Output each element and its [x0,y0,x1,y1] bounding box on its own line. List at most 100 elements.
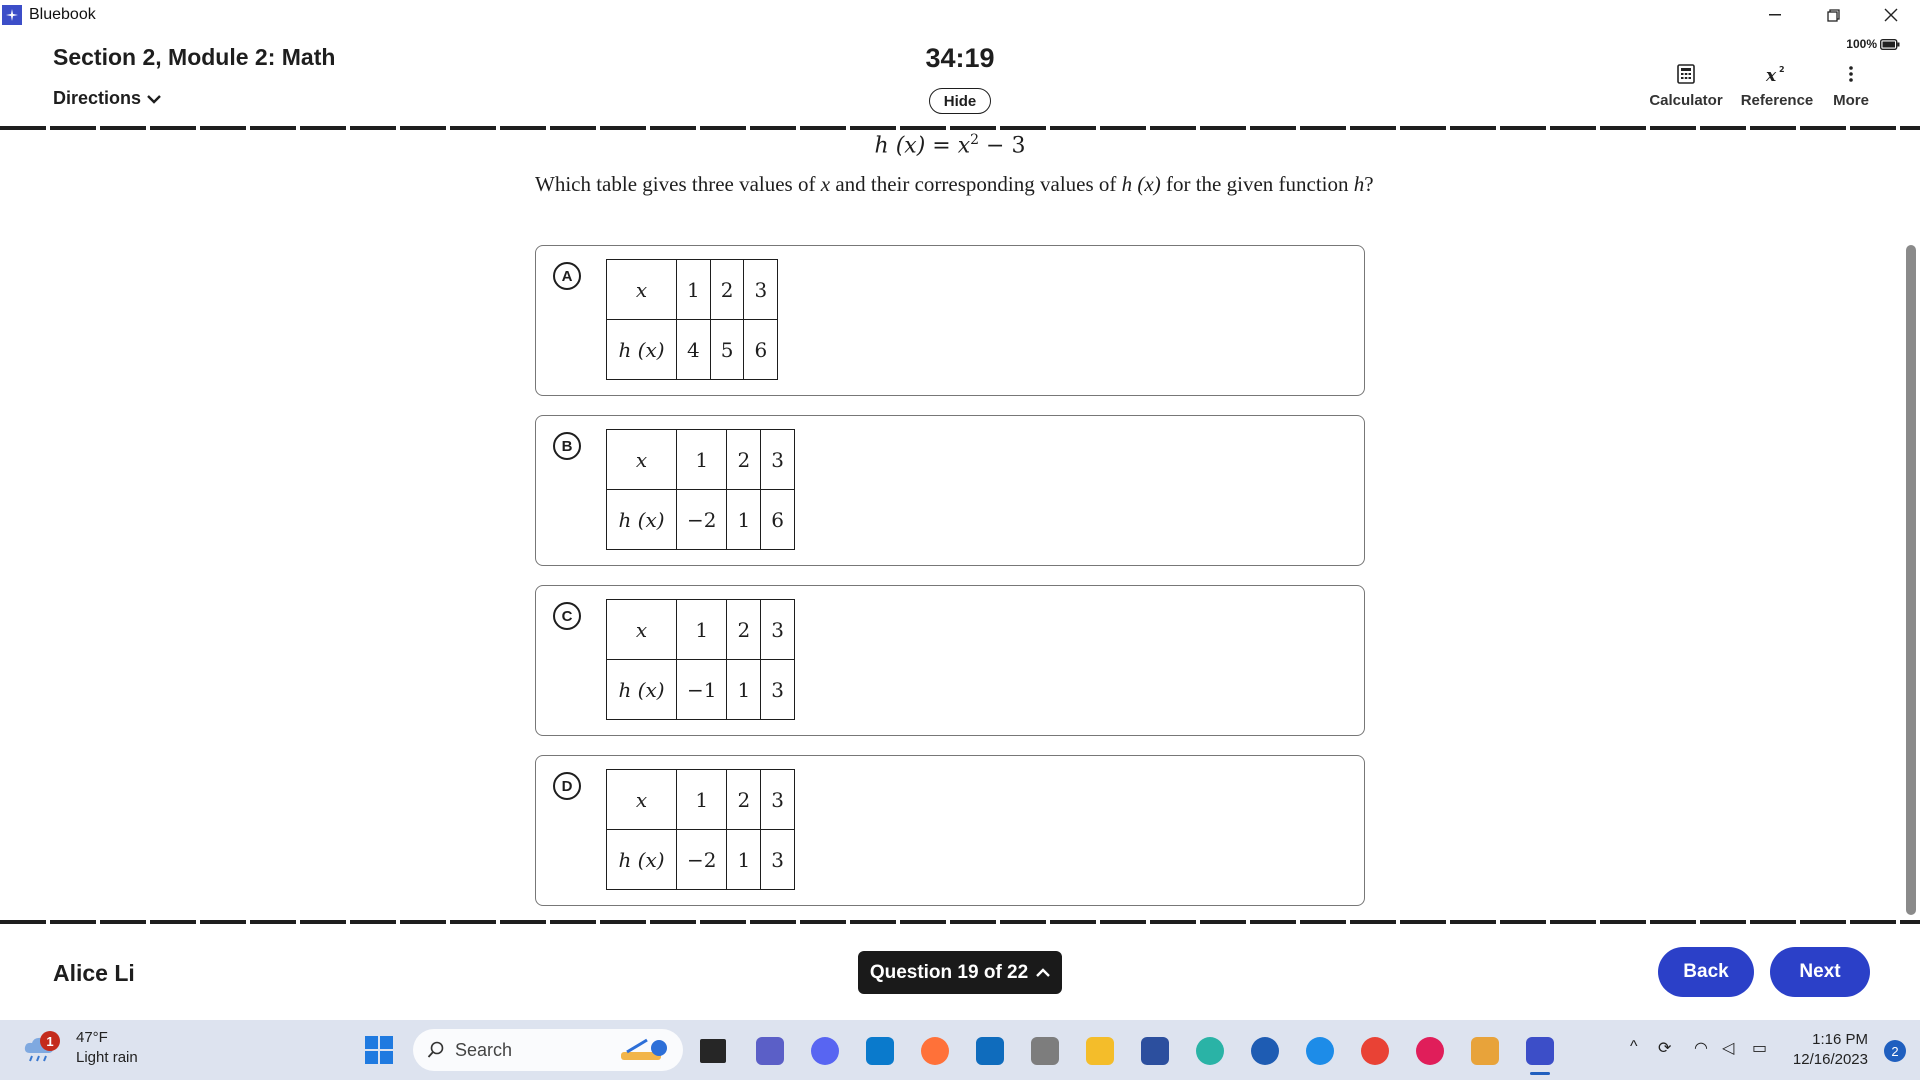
table-row: x 1 2 3 [606,259,779,320]
next-button[interactable]: Next [1770,947,1870,997]
function-equation: h (x) = x2 − 3 [0,132,1900,158]
search-icon [427,1041,444,1058]
table-cell: 6 [743,319,779,380]
table-row: h (x) −2 1 3 [606,829,795,890]
outlook-icon[interactable] [976,1037,1004,1065]
table-cell: 4 [676,319,711,380]
start-button[interactable] [365,1036,393,1064]
answer-choice-b[interactable]: B x 1 2 3 h (x) −2 1 6 [535,415,1365,566]
prompt-text: for the given function [1160,172,1354,196]
word-icon[interactable] [1251,1037,1279,1065]
more-label: More [1833,92,1869,109]
speaker-icon[interactable]: ◁ [1722,1038,1734,1058]
table-cell: 1 [675,599,728,660]
table-cell: 3 [760,659,795,720]
table-cell: 2 [726,429,762,490]
taskbar-clock[interactable]: 1:16 PM 12/16/2023 [1793,1030,1868,1070]
table-cell: 2 [709,259,745,320]
hx-header-cell: h (x) [606,829,677,890]
minimize-button[interactable] [1746,0,1804,30]
more-tool-button[interactable]: More [1823,62,1879,109]
table-row: h (x) 4 5 6 [606,319,779,380]
table-cell: 3 [743,259,779,320]
value-table: x 1 2 3 h (x) −2 1 6 [606,429,795,550]
equation-lhs: h (x) = x [874,133,971,159]
bluebook-logo-icon [2,5,22,25]
teams-icon[interactable] [756,1037,784,1065]
chevron-down-icon [147,94,161,104]
student-name: Alice Li [53,960,135,986]
table-cell: 6 [760,489,795,550]
weather-condition: Light rain [76,1049,138,1066]
sync-icon[interactable]: ⟳ [1658,1038,1671,1058]
prompt-text: and their corresponding values of [830,172,1122,196]
hide-timer-button[interactable]: Hide [929,88,991,114]
scrollbar[interactable] [1906,245,1916,915]
choice-letter-a: A [553,262,581,290]
docker-icon[interactable] [1306,1037,1334,1065]
snipping-tool-icon[interactable] [1471,1037,1499,1065]
firefox-icon[interactable] [921,1037,949,1065]
choice-letter-c: C [553,602,581,630]
calculator-tool-button[interactable]: Calculator [1646,62,1726,109]
edge-icon[interactable] [1196,1037,1224,1065]
minimize-icon [1769,14,1781,16]
close-icon [1884,8,1898,22]
notification-badge[interactable]: 2 [1884,1040,1906,1062]
bluebook-app-icon[interactable] [1526,1037,1554,1065]
x-header-cell: x [606,769,677,830]
back-button[interactable]: Back [1658,947,1754,997]
table-cell: 3 [760,769,795,830]
slack-icon[interactable] [1416,1037,1444,1065]
task-view-icon[interactable] [700,1039,726,1063]
table-cell: 2 [726,769,762,830]
weather-widget[interactable]: 1 47°F Light rain [22,1028,138,1068]
battery-icon [1880,38,1900,50]
answer-choice-a[interactable]: A x 1 2 3 h (x) 4 5 6 [535,245,1365,396]
svg-text:2: 2 [1779,65,1785,74]
equation-rhs: − 3 [979,133,1026,159]
discord-icon[interactable] [811,1037,839,1065]
restore-button[interactable] [1804,0,1862,30]
table-cell: 1 [726,489,762,550]
active-app-indicator [1530,1072,1550,1075]
calculator-app-icon[interactable] [1031,1037,1059,1065]
table-cell: 3 [760,829,795,890]
value-table: x 1 2 3 h (x) −2 1 3 [606,769,795,890]
table-cell: 5 [709,319,745,380]
answer-choice-c[interactable]: C x 1 2 3 h (x) −1 1 3 [535,585,1365,736]
hx-header-cell: h (x) [606,489,677,550]
reference-tool-button[interactable]: x2 Reference [1737,62,1817,109]
vscode-icon[interactable] [866,1037,894,1065]
chrome-icon[interactable] [1361,1037,1389,1065]
table-row: x 1 2 3 [606,599,795,660]
table-cell: −2 [675,489,728,550]
powershell-icon[interactable] [1141,1037,1169,1065]
search-placeholder: Search [455,1039,513,1060]
clock-date: 12/16/2023 [1792,1051,1868,1068]
answer-choice-d[interactable]: D x 1 2 3 h (x) −2 1 3 [535,755,1365,906]
table-row: x 1 2 3 [606,769,795,830]
chevron-up-icon[interactable]: ^ [1630,1038,1638,1056]
svg-text:x: x [1765,66,1777,84]
weather-alert-badge: 1 [40,1031,60,1051]
prompt-text: Which table gives three values of [535,172,821,196]
question-navigator-button[interactable]: Question 19 of 22 [858,951,1062,994]
taskbar-search[interactable]: Search [413,1029,683,1071]
chevron-up-icon [1036,967,1051,977]
battery-tray-icon[interactable]: ▭ [1752,1038,1767,1058]
directions-toggle[interactable]: Directions [53,88,161,109]
hx-header-cell: h (x) [606,319,677,380]
wifi-icon[interactable]: ◠ [1694,1038,1708,1058]
file-explorer-icon[interactable] [1086,1037,1114,1065]
table-cell: 3 [760,429,795,490]
countdown-timer: 34:19 [925,43,995,73]
choice-letter-b: B [553,432,581,460]
value-table: x 1 2 3 h (x) −1 1 3 [606,599,795,720]
prompt-text: ? [1364,172,1374,196]
more-vertical-icon [1849,66,1853,82]
battery-status: 100% [1846,37,1900,51]
header-divider [0,126,1920,130]
close-button[interactable] [1862,0,1920,30]
directions-label: Directions [53,88,142,108]
